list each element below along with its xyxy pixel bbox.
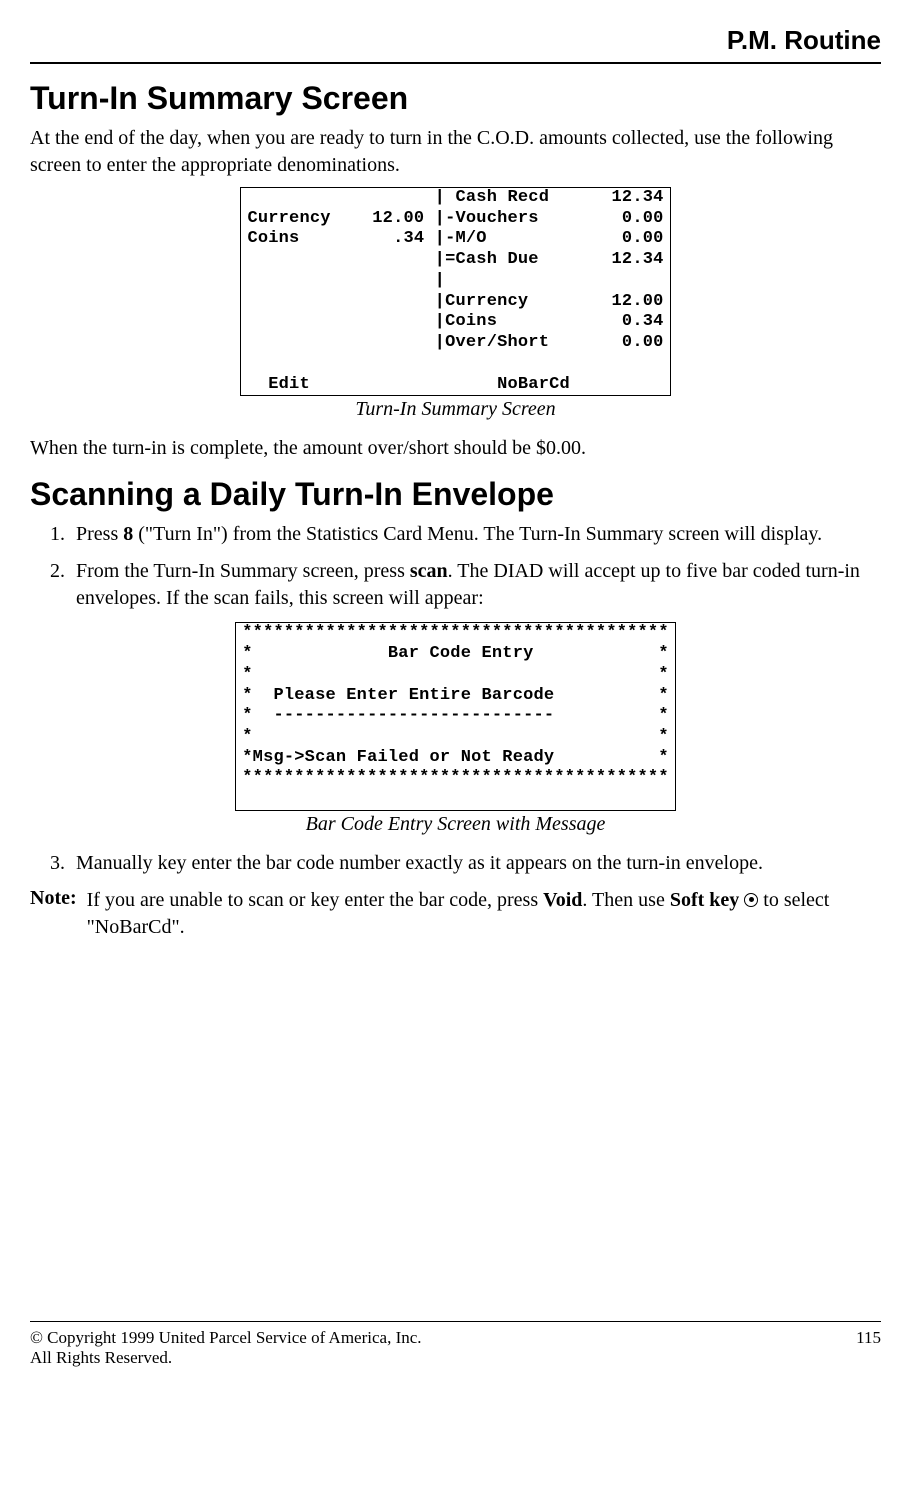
barcode-entry-caption: Bar Code Entry Screen with Message	[30, 813, 881, 836]
softkey-icon	[744, 889, 758, 911]
footer-page-number: 115	[856, 1328, 881, 1368]
note-block: Note: If you are unable to scan or key e…	[30, 887, 881, 941]
step-3: Manually key enter the bar code number e…	[70, 850, 881, 877]
step-1: Press 8 ("Turn In") from the Statistics …	[70, 521, 881, 548]
section-heading-turnin: Turn-In Summary Screen	[30, 80, 881, 117]
step2-key: scan	[410, 560, 448, 582]
note-text-a: If you are unable to scan or key enter t…	[87, 889, 543, 911]
footer-copyright: © Copyright 1999 United Parcel Service o…	[30, 1328, 422, 1348]
after-paragraph: When the turn-in is complete, the amount…	[30, 435, 881, 462]
note-void: Void	[543, 889, 582, 911]
intro-paragraph: At the end of the day, when you are read…	[30, 125, 881, 179]
step1-text-b: ("Turn In") from the Statistics Card Men…	[133, 523, 822, 545]
note-label: Note:	[30, 887, 87, 941]
step-2: From the Turn-In Summary screen, press s…	[70, 558, 881, 612]
step2-text-a: From the Turn-In Summary screen, press	[76, 560, 410, 582]
step1-key: 8	[123, 523, 133, 545]
footer-rights: All Rights Reserved.	[30, 1348, 422, 1368]
note-text-b: . Then use	[582, 889, 669, 911]
section-heading-scanning: Scanning a Daily Turn-In Envelope	[30, 476, 881, 513]
note-softkey: Soft key	[670, 889, 739, 911]
turnin-summary-caption: Turn-In Summary Screen	[30, 398, 881, 421]
page-header: P.M. Routine	[30, 25, 881, 64]
note-body: If you are unable to scan or key enter t…	[87, 887, 881, 941]
step1-text-a: Press	[76, 523, 123, 545]
turnin-summary-screen: | Cash Recd 12.34 Currency 12.00 |-Vouch…	[240, 187, 670, 396]
barcode-entry-screen: ****************************************…	[235, 622, 675, 811]
page-footer: © Copyright 1999 United Parcel Service o…	[30, 1321, 881, 1368]
